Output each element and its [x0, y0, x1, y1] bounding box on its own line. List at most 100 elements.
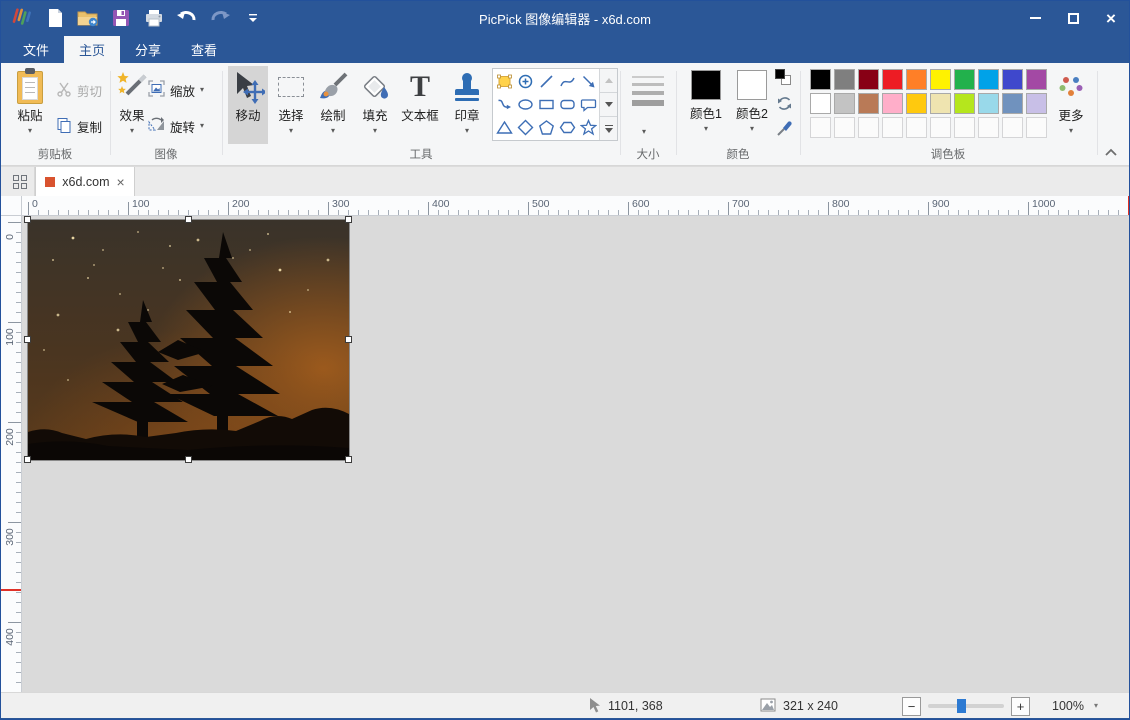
cut-button[interactable]: 剪切: [56, 77, 102, 103]
palette-swatch[interactable]: [954, 69, 975, 90]
draw-tool-button[interactable]: 绘制 ▾: [314, 66, 352, 144]
palette-swatch[interactable]: [1026, 69, 1047, 90]
rectangle-shape-icon[interactable]: [536, 93, 557, 116]
selection-handle-sw[interactable]: [24, 456, 31, 463]
maximize-button[interactable]: [1054, 0, 1092, 36]
shapes-scroll-up-button[interactable]: [600, 69, 617, 93]
selection-handle-w[interactable]: [24, 336, 31, 343]
palette-swatch[interactable]: [858, 93, 879, 114]
move-tool-button[interactable]: 移动: [228, 66, 268, 144]
palette-swatch[interactable]: [906, 93, 927, 114]
palette-swatch[interactable]: [882, 69, 903, 90]
palette-swatch[interactable]: [978, 69, 999, 90]
speech-bubble-shape-icon[interactable]: [578, 93, 599, 116]
palette-swatch-empty[interactable]: [906, 117, 927, 138]
palette-swatch-empty[interactable]: [1002, 117, 1023, 138]
rotate-button[interactable]: 旋转 ▾: [148, 113, 204, 139]
palette-swatch[interactable]: [954, 93, 975, 114]
reset-colors-icon[interactable]: [775, 94, 793, 112]
fill-tool-button[interactable]: 填充 ▾: [356, 66, 394, 144]
print-icon[interactable]: [142, 6, 166, 30]
document-tab[interactable]: x6d.com ×: [35, 167, 135, 197]
palette-swatch-empty[interactable]: [978, 117, 999, 138]
triangle-shape-icon[interactable]: [494, 116, 515, 139]
zoom-caret[interactable]: ▾: [1094, 702, 1098, 710]
rounded-rectangle-shape-icon[interactable]: [557, 93, 578, 116]
selection-handle-se[interactable]: [345, 456, 352, 463]
shapes-more-button[interactable]: [600, 117, 617, 140]
arrow-shape-icon[interactable]: [578, 70, 599, 93]
hexagon-shape-icon[interactable]: [557, 116, 578, 139]
undo-icon[interactable]: [175, 6, 199, 30]
curve-shape-icon[interactable]: [557, 70, 578, 93]
palette-swatch-empty[interactable]: [858, 117, 879, 138]
ribbon-tab-查看[interactable]: 查看: [176, 36, 232, 63]
palette-swatch[interactable]: [1002, 93, 1023, 114]
zoom-slider-thumb[interactable]: [957, 699, 966, 713]
new-file-icon[interactable]: [43, 6, 67, 30]
ellipse-shape-icon[interactable]: [515, 93, 536, 116]
toolbar-options-icon[interactable]: [241, 6, 265, 30]
textbox-tool-button[interactable]: T 文本框: [396, 66, 444, 144]
zoom-percentage[interactable]: 100%: [1052, 699, 1084, 713]
color1-button[interactable]: 颜色1 ▾: [684, 66, 728, 144]
redo-icon[interactable]: [208, 6, 232, 30]
zoom-plus-shape-icon[interactable]: [515, 70, 536, 93]
open-file-icon[interactable]: [76, 6, 100, 30]
minimize-button[interactable]: [1016, 0, 1054, 36]
palette-swatch-empty[interactable]: [954, 117, 975, 138]
diamond-shape-icon[interactable]: [515, 116, 536, 139]
swap-colors-icon[interactable]: [775, 69, 793, 87]
pentagon-shape-icon[interactable]: [536, 116, 557, 139]
zoom-slider[interactable]: [928, 704, 1004, 708]
palette-swatch[interactable]: [1026, 93, 1047, 114]
select-tool-button[interactable]: 选择 ▾: [272, 66, 310, 144]
palette-swatch[interactable]: [906, 69, 927, 90]
size-caret[interactable]: ▾: [642, 128, 646, 136]
resize-button[interactable]: 缩放 ▾: [148, 77, 204, 103]
document-tab-close-icon[interactable]: ×: [117, 175, 125, 189]
color2-button[interactable]: 颜色2 ▾: [730, 66, 774, 144]
ribbon-tab-主页[interactable]: 主页: [64, 36, 120, 63]
palette-swatch-empty[interactable]: [882, 117, 903, 138]
zoom-in-button[interactable]: +: [1011, 697, 1030, 716]
selection-handle-ne[interactable]: [345, 216, 352, 223]
selection-handle-n[interactable]: [185, 216, 192, 223]
line-width-icon[interactable]: [632, 76, 664, 111]
star-shape-icon[interactable]: [578, 116, 599, 139]
selection-handle-nw[interactable]: [24, 216, 31, 223]
selection-handle-s[interactable]: [185, 456, 192, 463]
close-button[interactable]: ×: [1092, 0, 1130, 36]
line-shape-icon[interactable]: [536, 70, 557, 93]
eyedropper-icon[interactable]: [775, 119, 793, 137]
palette-swatch[interactable]: [930, 93, 951, 114]
stamp-tool-button[interactable]: 印章 ▾: [448, 66, 486, 144]
copy-button[interactable]: 复制: [56, 113, 102, 139]
effects-button[interactable]: 效果 ▾: [112, 66, 152, 144]
palette-swatch[interactable]: [834, 93, 855, 114]
collapse-ribbon-button[interactable]: [1101, 145, 1121, 159]
palette-swatch[interactable]: [882, 93, 903, 114]
palette-swatch[interactable]: [1002, 69, 1023, 90]
shapes-scroll-down-button[interactable]: [600, 93, 617, 117]
zoom-out-button[interactable]: −: [902, 697, 921, 716]
palette-swatch[interactable]: [810, 69, 831, 90]
ribbon-tab-分享[interactable]: 分享: [120, 36, 176, 63]
ribbon-tab-文件[interactable]: 文件: [8, 36, 64, 63]
canvas-area[interactable]: [22, 216, 1130, 692]
curved-connector-shape-icon[interactable]: [494, 93, 515, 116]
palette-swatch[interactable]: [930, 69, 951, 90]
save-icon[interactable]: [109, 6, 133, 30]
palette-swatch[interactable]: [834, 69, 855, 90]
palette-swatch-empty[interactable]: [930, 117, 951, 138]
palette-swatch-empty[interactable]: [810, 117, 831, 138]
palette-swatch[interactable]: [978, 93, 999, 114]
palette-swatch-empty[interactable]: [834, 117, 855, 138]
more-colors-button[interactable]: 更多 ▾: [1050, 66, 1092, 144]
palette-swatch[interactable]: [810, 93, 831, 114]
selection-rectangle-shape-icon[interactable]: [494, 70, 515, 93]
palette-swatch[interactable]: [858, 69, 879, 90]
paste-button[interactable]: 粘贴 ▾: [8, 66, 52, 144]
selected-image[interactable]: [28, 220, 349, 460]
tab-layout-icon[interactable]: [5, 167, 35, 197]
